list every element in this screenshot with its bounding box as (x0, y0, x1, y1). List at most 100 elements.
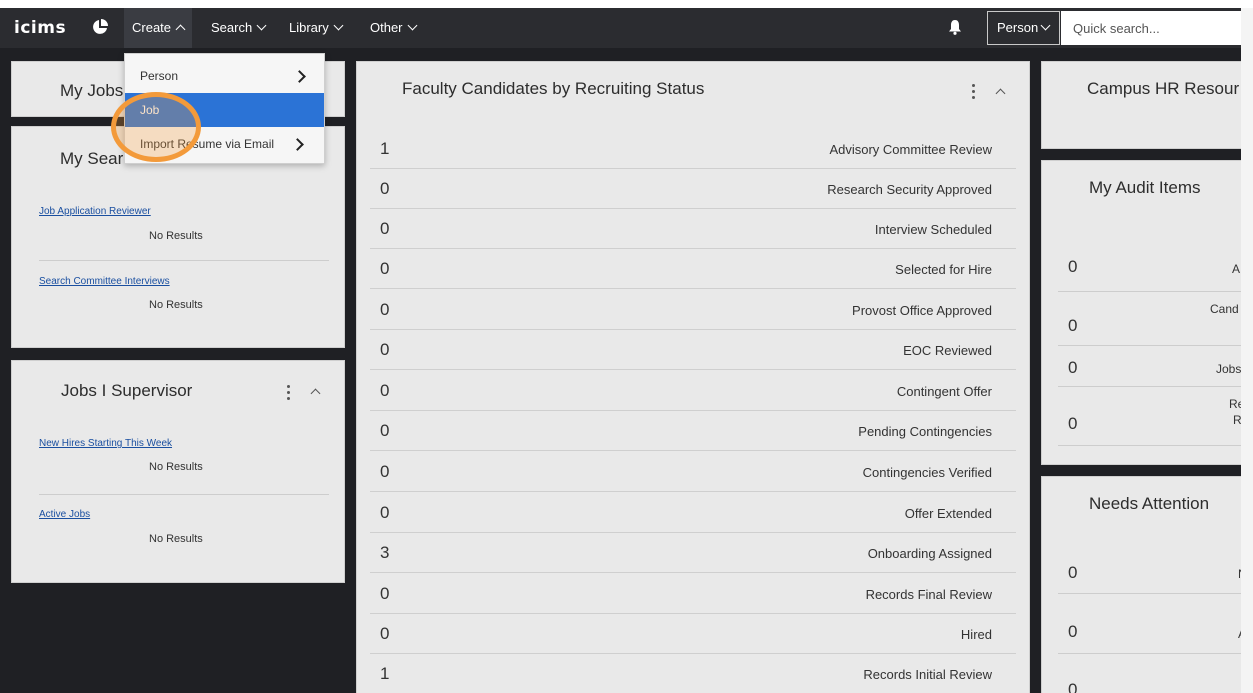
menu-item-label: Job (140, 103, 160, 117)
status-count: 0 (380, 259, 390, 278)
audit-label-2: R (1233, 413, 1241, 427)
collapse-chevron-icon[interactable] (995, 88, 1006, 99)
my-jobs-title: My Jobs (60, 81, 124, 100)
status-row[interactable]: 0 Research Security Approved (370, 169, 1016, 209)
search-link-committee-interviews[interactable]: Search Committee Interviews (39, 276, 170, 287)
person-select-label: Person (997, 20, 1039, 35)
audit-items-panel: My Audit Items 0 A Cand 0 0 Jobs Re R 0 (1041, 160, 1241, 465)
status-row[interactable]: 0 Pending Contingencies (370, 411, 1016, 451)
faculty-candidates-title: Faculty Candidates by Recruiting Status (402, 79, 705, 98)
audit-count: 0 (1068, 316, 1078, 335)
bell-icon[interactable] (948, 19, 962, 35)
search-link-job-application-reviewer[interactable]: Job Application Reviewer (39, 206, 151, 217)
status-row[interactable]: 0 Records Final Review (370, 574, 1016, 614)
divider (39, 260, 329, 261)
audit-label: A (1232, 262, 1241, 276)
more-options-icon[interactable] (287, 385, 290, 403)
status-row[interactable]: 0 Hired (370, 614, 1016, 654)
divider (1058, 345, 1241, 346)
status-label: Records Final Review (865, 587, 992, 602)
chevron-down-icon (407, 20, 417, 31)
status-row[interactable]: 0 Provost Office Approved (370, 290, 1016, 330)
divider (1058, 386, 1241, 387)
menu-item-import-resume[interactable]: Import Resume via Email (125, 127, 324, 161)
collapse-chevron-icon[interactable] (310, 388, 321, 399)
status-label: EOC Reviewed (903, 343, 992, 358)
nav-create-label: Create (132, 20, 172, 35)
status-row[interactable]: 0 Selected for Hire (370, 249, 1016, 289)
divider (1058, 653, 1241, 654)
audit-label: Jobs (1216, 362, 1241, 376)
campus-hr-panel: Campus HR Resour (1041, 61, 1241, 149)
nav-library-label: Library (289, 20, 329, 35)
status-row[interactable]: 0 Interview Scheduled (370, 209, 1016, 249)
menu-item-label: Import Resume via Email (140, 137, 275, 151)
nav-create[interactable]: Create (124, 8, 193, 48)
status-label: Provost Office Approved (852, 303, 992, 318)
more-options-icon[interactable] (972, 84, 975, 102)
divider (1058, 445, 1241, 446)
supervisor-link-new-hires[interactable]: New Hires Starting This Week (39, 438, 172, 449)
status-label: Contingencies Verified (862, 465, 992, 480)
status-count: 0 (380, 381, 390, 400)
status-label: Records Initial Review (863, 667, 992, 682)
status-row[interactable]: 3 Onboarding Assigned (370, 533, 1016, 573)
status-label: Interview Scheduled (874, 222, 992, 237)
needs-attention-title: Needs Attention (1089, 494, 1210, 513)
no-results-text: No Results (149, 230, 203, 242)
status-row[interactable]: 0 EOC Reviewed (370, 330, 1016, 370)
nav-search[interactable]: Search (203, 8, 273, 48)
nav-search-label: Search (211, 20, 253, 35)
audit-label: Cand (1210, 302, 1239, 316)
chevron-right-icon (293, 70, 306, 83)
app-frame: icims Create Search Library Other Person… (0, 8, 1241, 693)
audit-items-title: My Audit Items (1089, 178, 1201, 197)
status-count: 0 (380, 179, 390, 198)
audit-count: 0 (1068, 257, 1078, 276)
status-count: 0 (380, 421, 390, 440)
status-count: 0 (380, 300, 390, 319)
status-row[interactable]: 0 Offer Extended (370, 493, 1016, 533)
audit-count: 0 (1068, 414, 1078, 433)
status-label: Onboarding Assigned (867, 546, 992, 561)
menu-item-person[interactable]: Person (125, 59, 324, 93)
status-count: 1 (380, 664, 390, 683)
nav-other[interactable]: Other (362, 8, 424, 48)
create-dropdown-menu: Person Job Import Resume via Email (124, 53, 325, 164)
status-label: Advisory Committee Review (829, 142, 992, 157)
divider (39, 494, 329, 495)
status-count: 1 (380, 139, 390, 158)
icims-logo[interactable]: icims (14, 18, 66, 38)
status-count: 0 (380, 503, 390, 522)
status-row[interactable]: 0 Contingent Offer (370, 371, 1016, 411)
divider (1058, 593, 1241, 594)
status-row[interactable]: 1 Advisory Committee Review (370, 129, 1016, 169)
status-count: 0 (380, 462, 390, 481)
dashboard-pie-icon[interactable] (92, 19, 108, 35)
menu-item-label: Person (140, 69, 179, 83)
attention-count: 0 (1068, 622, 1078, 641)
status-count: 0 (380, 340, 390, 359)
status-count: 3 (380, 543, 390, 562)
status-label: Research Security Approved (827, 182, 992, 197)
status-row[interactable]: 1 Records Initial Review (370, 654, 1016, 693)
jobs-supervisor-title: Jobs I Supervisor (61, 381, 193, 400)
top-nav: icims Create Search Library Other Person (0, 8, 1241, 48)
scrollbar-track[interactable] (1241, 8, 1253, 693)
status-label: Offer Extended (904, 506, 992, 521)
audit-count: 0 (1068, 358, 1078, 377)
needs-attention-panel: Needs Attention 0 N 0 A 0 (1041, 476, 1241, 693)
no-results-text: No Results (149, 461, 203, 473)
nav-library[interactable]: Library (281, 8, 350, 48)
status-count: 0 (380, 624, 390, 643)
no-results-text: No Results (149, 533, 203, 545)
supervisor-link-active-jobs[interactable]: Active Jobs (39, 509, 90, 520)
menu-item-job[interactable]: Job (125, 93, 324, 127)
attention-count: 0 (1068, 680, 1078, 693)
person-select[interactable]: Person (987, 11, 1060, 45)
chevron-down-icon (256, 20, 267, 31)
chevron-down-icon (1040, 20, 1051, 31)
quick-search-input[interactable] (1061, 11, 1241, 45)
status-row[interactable]: 0 Contingencies Verified (370, 452, 1016, 492)
status-count: 0 (380, 219, 390, 238)
